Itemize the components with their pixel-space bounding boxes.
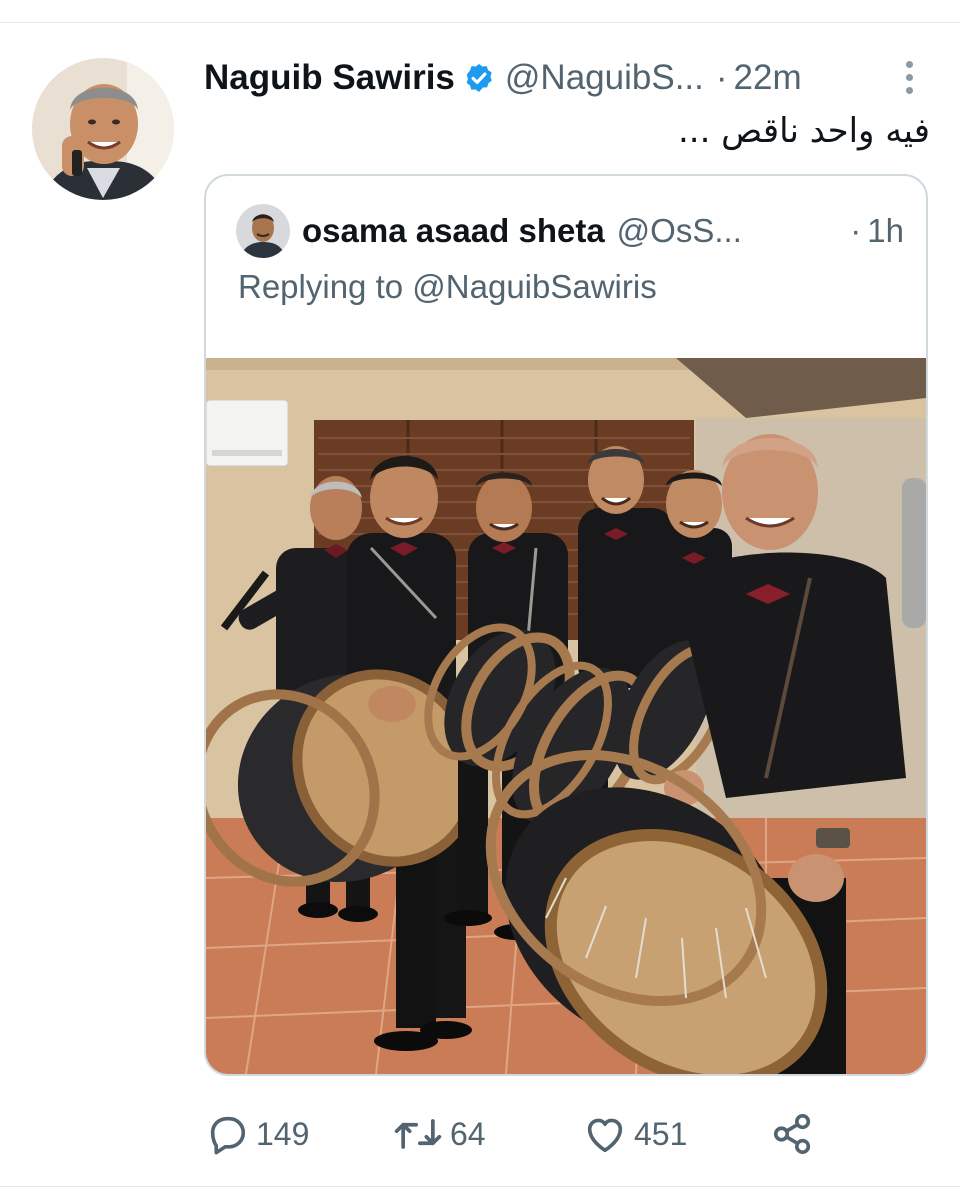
replying-to-line: Replying to @NaguibSawiris — [238, 268, 657, 306]
author-handle[interactable]: @NaguibS... — [505, 58, 704, 98]
quoted-author-handle[interactable]: @OsS... — [617, 212, 742, 250]
reply-icon — [204, 1111, 250, 1157]
separator-dot: · — [715, 58, 728, 97]
reply-count: 149 — [256, 1115, 310, 1152]
top-divider — [0, 22, 960, 23]
quoted-tweet-photo[interactable] — [206, 358, 926, 1074]
quoted-author-avatar — [236, 204, 290, 258]
quoted-tweet-timestamp[interactable]: 1h — [867, 212, 904, 250]
share-icon — [770, 1111, 816, 1157]
quoted-tweet-header: osama asaad sheta @OsS... · 1h — [302, 204, 914, 258]
verified-badge-icon — [463, 62, 495, 94]
heart-icon — [582, 1111, 628, 1157]
replying-to-label: Replying to — [238, 268, 404, 305]
tweet-header: Naguib Sawiris @NaguibS... · 22m — [204, 52, 934, 104]
quoted-tweet-card[interactable]: osama asaad sheta @OsS... · 1h Replying … — [204, 174, 928, 1076]
retweet-button[interactable]: 64 — [392, 1106, 486, 1162]
reply-button[interactable]: 149 — [204, 1106, 309, 1162]
retweet-icon — [392, 1111, 444, 1157]
separator-dot: · — [850, 212, 862, 249]
tweet-timestamp[interactable]: 22m — [734, 58, 802, 98]
replying-to-mention[interactable]: @NaguibSawiris — [412, 268, 656, 305]
tweet-text: فيه واحد ناقص ... — [677, 111, 930, 151]
more-vertical-icon[interactable] — [894, 54, 924, 100]
like-count: 451 — [634, 1115, 688, 1152]
tweet-action-bar: 149 64 451 — [204, 1106, 930, 1162]
bottom-divider — [0, 1186, 960, 1187]
retweet-count: 64 — [450, 1115, 486, 1152]
author-name[interactable]: Naguib Sawiris — [204, 58, 455, 98]
author-avatar[interactable] — [32, 58, 174, 200]
share-button[interactable] — [770, 1106, 816, 1162]
like-button[interactable]: 451 — [582, 1106, 687, 1162]
quoted-author-name[interactable]: osama asaad sheta — [302, 212, 605, 250]
